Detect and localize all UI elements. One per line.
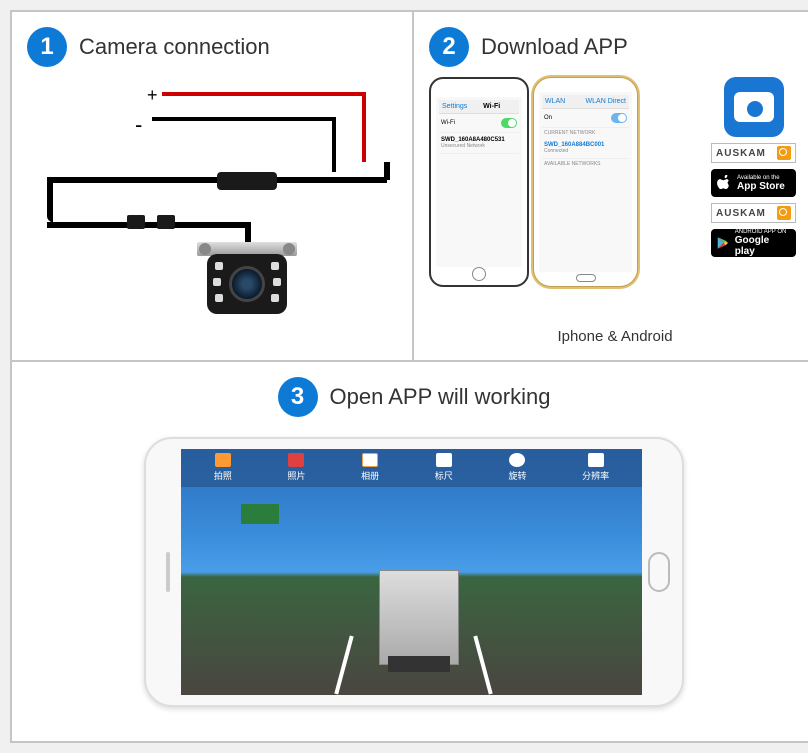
camera-feed-screen: 拍照 照片 相册 标尺 旋转 分辨率	[181, 449, 642, 695]
screen-title: Wi-Fi	[483, 103, 500, 110]
instruction-diagram: 1 Camera connection + -	[10, 10, 808, 743]
iphone-mockup: Settings Wi-Fi Wi-Fi SWD_160A8A480C531 U…	[429, 77, 529, 287]
cable-connector	[127, 215, 145, 229]
cable-connector	[157, 215, 175, 229]
wlan-connected-label: Connected	[544, 148, 568, 154]
iphone-wifi-screen: Settings Wi-Fi Wi-Fi SWD_160A8A480C531 U…	[436, 97, 522, 267]
app-toolbar: 拍照 照片 相册 标尺 旋转 分辨率	[181, 449, 642, 487]
panel-download-app: 2 Download APP Settings Wi-Fi Wi-Fi	[414, 12, 808, 360]
panel-camera-connection: 1 Camera connection + -	[12, 12, 414, 360]
resolution-icon	[588, 453, 604, 467]
current-network-header: CURRENT NETWORK	[542, 128, 629, 138]
wlan-toggle-icon	[611, 113, 627, 123]
positive-wire	[362, 92, 366, 162]
home-button-icon	[648, 552, 670, 592]
cable	[47, 177, 53, 222]
toolbar-item-rotate: 旋转	[508, 453, 526, 482]
available-networks-header: AVAILABLE NETWORKS	[542, 159, 629, 169]
cable	[384, 162, 390, 180]
toolbar-item-pic: 照片	[287, 453, 305, 482]
app-badges-column: AUSKAM Available on theApp Store AUSKAM …	[706, 77, 801, 322]
wlan-header-right: WLAN Direct	[586, 98, 626, 105]
home-button-icon	[576, 274, 596, 282]
truck-icon	[379, 570, 459, 665]
album-icon	[362, 453, 378, 467]
apple-icon	[716, 175, 732, 191]
phones-caption: Iphone & Android	[429, 328, 801, 345]
camera-icon	[215, 453, 231, 467]
wiring-diagram: + -	[27, 77, 397, 327]
auskam-badge: AUSKAM	[711, 203, 796, 223]
wifi-transmitter-icon	[217, 172, 277, 190]
toolbar-item-resolution: 分辨率	[582, 453, 609, 482]
speaker-icon	[166, 552, 170, 592]
positive-wire	[162, 92, 362, 96]
search-icon	[777, 206, 791, 220]
rotate-icon	[509, 453, 525, 467]
negative-terminal-label: -	[135, 112, 142, 138]
step-title-2: Download APP	[481, 34, 628, 60]
camera-icon	[207, 242, 287, 312]
phone-landscape-mockup: 拍照 照片 相册 标尺 旋转 分辨率	[144, 437, 684, 707]
android-wlan-screen: WLAN WLAN Direct On CURRENT NETWORK SWD_…	[539, 92, 632, 272]
step-number-3: 3	[278, 377, 318, 417]
back-link: Settings	[442, 103, 467, 110]
step-title-1: Camera connection	[79, 34, 270, 60]
wifi-toggle-label: Wi-Fi	[441, 120, 455, 126]
wifi-network-sub: Unsecured Network	[441, 143, 485, 149]
negative-wire	[152, 117, 332, 121]
positive-terminal-label: +	[147, 85, 158, 106]
negative-wire	[332, 117, 336, 172]
ruler-icon	[436, 453, 452, 467]
step-number-1: 1	[27, 27, 67, 67]
picture-icon	[288, 453, 304, 467]
toolbar-item-photo: 拍照	[214, 453, 232, 482]
panel-open-app: 3 Open APP will working 拍照 照片 相册 标尺 旋转 分…	[12, 362, 808, 741]
app-store-badge: Available on theApp Store	[711, 169, 796, 197]
home-button-icon	[472, 267, 486, 281]
wifi-toggle-icon	[501, 118, 517, 128]
step-title-3: Open APP will working	[330, 384, 551, 410]
app-logo-icon	[724, 77, 784, 137]
toolbar-item-ruler: 标尺	[435, 453, 453, 482]
road-sign	[241, 504, 279, 524]
wlan-on-label: On	[544, 115, 552, 121]
play-icon	[716, 236, 730, 250]
auskam-badge: AUSKAM	[711, 143, 796, 163]
wlan-header-left: WLAN	[545, 98, 565, 105]
cable	[47, 222, 247, 228]
android-mockup: WLAN WLAN Direct On CURRENT NETWORK SWD_…	[533, 77, 638, 287]
step-number-2: 2	[429, 27, 469, 67]
toolbar-item-album: 相册	[361, 453, 379, 482]
google-play-badge: ANDROID APP ONGoogle play	[711, 229, 796, 257]
road-marking	[335, 635, 354, 694]
road-marking	[473, 635, 492, 694]
search-icon	[777, 146, 791, 160]
